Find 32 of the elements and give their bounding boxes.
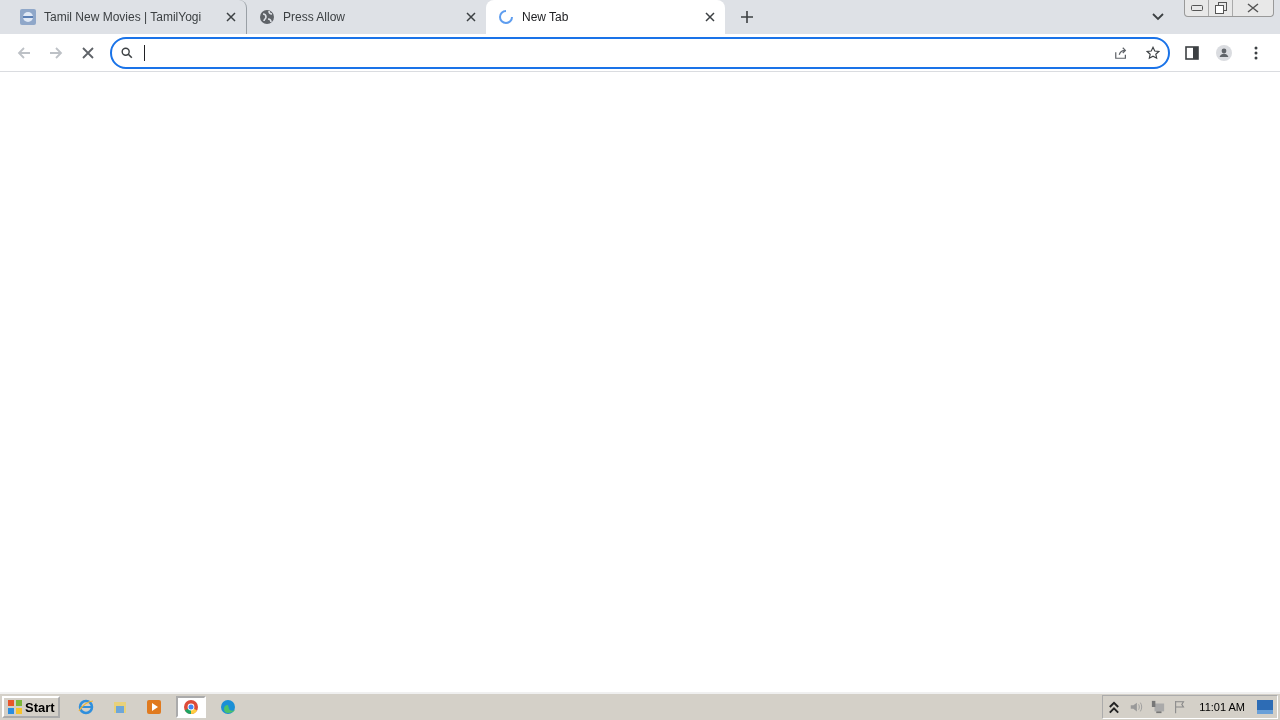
close-icon[interactable] (226, 12, 236, 22)
bookmark-star-icon[interactable] (1146, 45, 1160, 60)
minimize-icon (1190, 5, 1203, 11)
share-icon[interactable] (1114, 45, 1128, 60)
windows-flag-icon (7, 699, 23, 715)
start-button[interactable]: Start (2, 696, 60, 718)
new-tab-icon[interactable] (741, 11, 753, 23)
folder-icon (111, 699, 128, 715)
browser-tab[interactable]: New Tab (486, 0, 725, 34)
site-favicon-icon (20, 9, 36, 25)
clock[interactable]: 11:01 AM (1199, 701, 1245, 713)
browser-wave-icon (219, 699, 236, 715)
close-icon[interactable] (705, 12, 715, 22)
address-field[interactable] (110, 36, 1170, 69)
side-panel-icon[interactable] (1184, 44, 1200, 61)
profile-avatar-icon[interactable] (1216, 44, 1232, 61)
network-icon[interactable] (1151, 700, 1166, 714)
browser-circle-icon (182, 699, 199, 715)
play-icon (145, 699, 162, 715)
globe-icon (259, 9, 275, 25)
taskbar-app[interactable] (175, 696, 206, 718)
loading-spinner-icon (498, 9, 514, 25)
search-icon (120, 45, 134, 60)
close-icon[interactable] (466, 12, 476, 22)
show-hidden-icons-icon[interactable] (1107, 700, 1122, 714)
stop-icon[interactable] (80, 44, 96, 61)
browser-e-icon (77, 699, 94, 715)
close-icon (1247, 3, 1259, 13)
chevron-down-icon[interactable] (1152, 13, 1164, 21)
browser-tab[interactable]: Tamil New Movies | TamilYogi (8, 0, 247, 34)
browser-tab[interactable]: Press Allow (247, 0, 486, 34)
restore-icon (1214, 2, 1227, 14)
